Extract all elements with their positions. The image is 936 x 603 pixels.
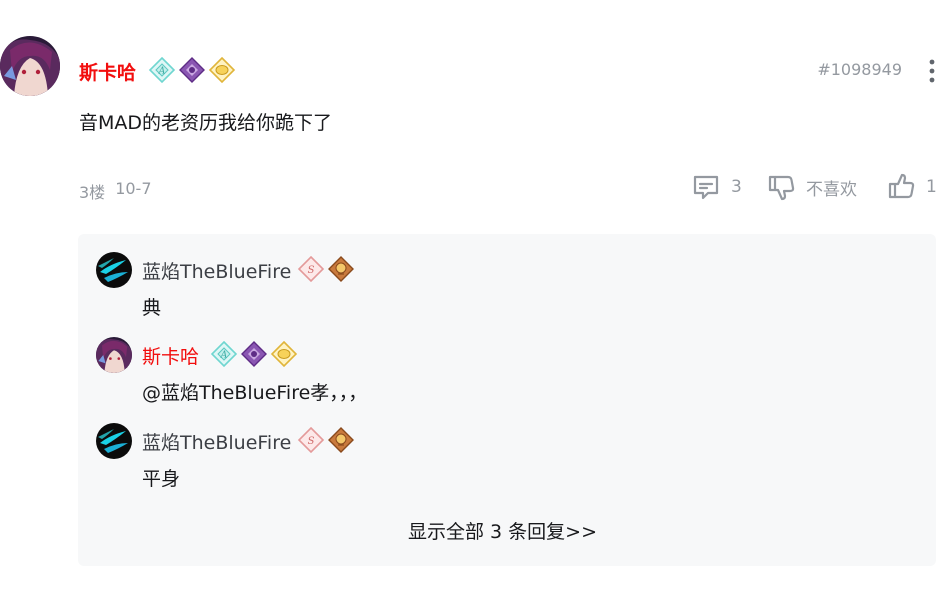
comment-author-avatar[interactable] <box>0 36 60 96</box>
post-id: #1098949 <box>817 60 902 79</box>
author-badges <box>148 57 236 83</box>
reply-count: 3 <box>731 177 742 197</box>
more-vertical-icon[interactable] <box>928 58 936 84</box>
reply-author-name[interactable]: 蓝焰TheBlueFire <box>142 257 291 284</box>
reply-text: 平身 <box>142 468 181 490</box>
purple-medal-icon[interactable] <box>178 57 206 83</box>
gold-medal-icon[interactable] <box>270 341 298 367</box>
teal-medal-icon[interactable] <box>148 57 176 83</box>
pink-medal-icon[interactable] <box>297 427 325 453</box>
comment-meta: 3楼 10-7 <box>79 179 152 203</box>
like-count: 1 <box>926 177 936 197</box>
dislike-button[interactable]: 不喜欢 <box>766 172 857 202</box>
dislike-label: 不喜欢 <box>806 179 857 200</box>
show-all-replies-link[interactable]: 显示全部 3 条回复>> <box>408 517 597 544</box>
like-button[interactable]: 1 <box>886 172 936 202</box>
reply-text: @蓝焰TheBlueFire孝，，， <box>142 382 368 404</box>
reply-author-badges <box>210 341 298 367</box>
gold-medal-icon[interactable] <box>208 57 236 83</box>
bronze-medal-icon[interactable] <box>327 256 355 282</box>
purple-medal-icon[interactable] <box>240 341 268 367</box>
comment-content: 音MAD的老资历我给你跪下了 <box>79 112 333 134</box>
reply-author-avatar[interactable] <box>96 423 132 459</box>
reply-author-name[interactable]: 蓝焰TheBlueFire <box>142 428 291 455</box>
thumbs-down-icon <box>766 172 796 202</box>
reply-author-avatar[interactable] <box>96 252 132 288</box>
bronze-medal-icon[interactable] <box>327 427 355 453</box>
thumbs-up-icon <box>886 172 916 202</box>
comment-icon <box>691 172 721 202</box>
reply-text: 典 <box>142 297 162 319</box>
comment-author-name[interactable]: 斯卡哈 <box>79 58 136 85</box>
floor-number: 3楼 <box>79 183 106 202</box>
reply-author-badges <box>297 427 355 453</box>
reply-author-badges <box>297 256 355 282</box>
teal-medal-icon[interactable] <box>210 341 238 367</box>
comment-date: 10-7 <box>115 179 152 198</box>
pink-medal-icon[interactable] <box>297 256 325 282</box>
reply-button[interactable]: 3 <box>691 172 742 202</box>
reply-author-name[interactable]: 斯卡哈 <box>142 342 199 369</box>
reply-author-avatar[interactable] <box>96 337 132 373</box>
